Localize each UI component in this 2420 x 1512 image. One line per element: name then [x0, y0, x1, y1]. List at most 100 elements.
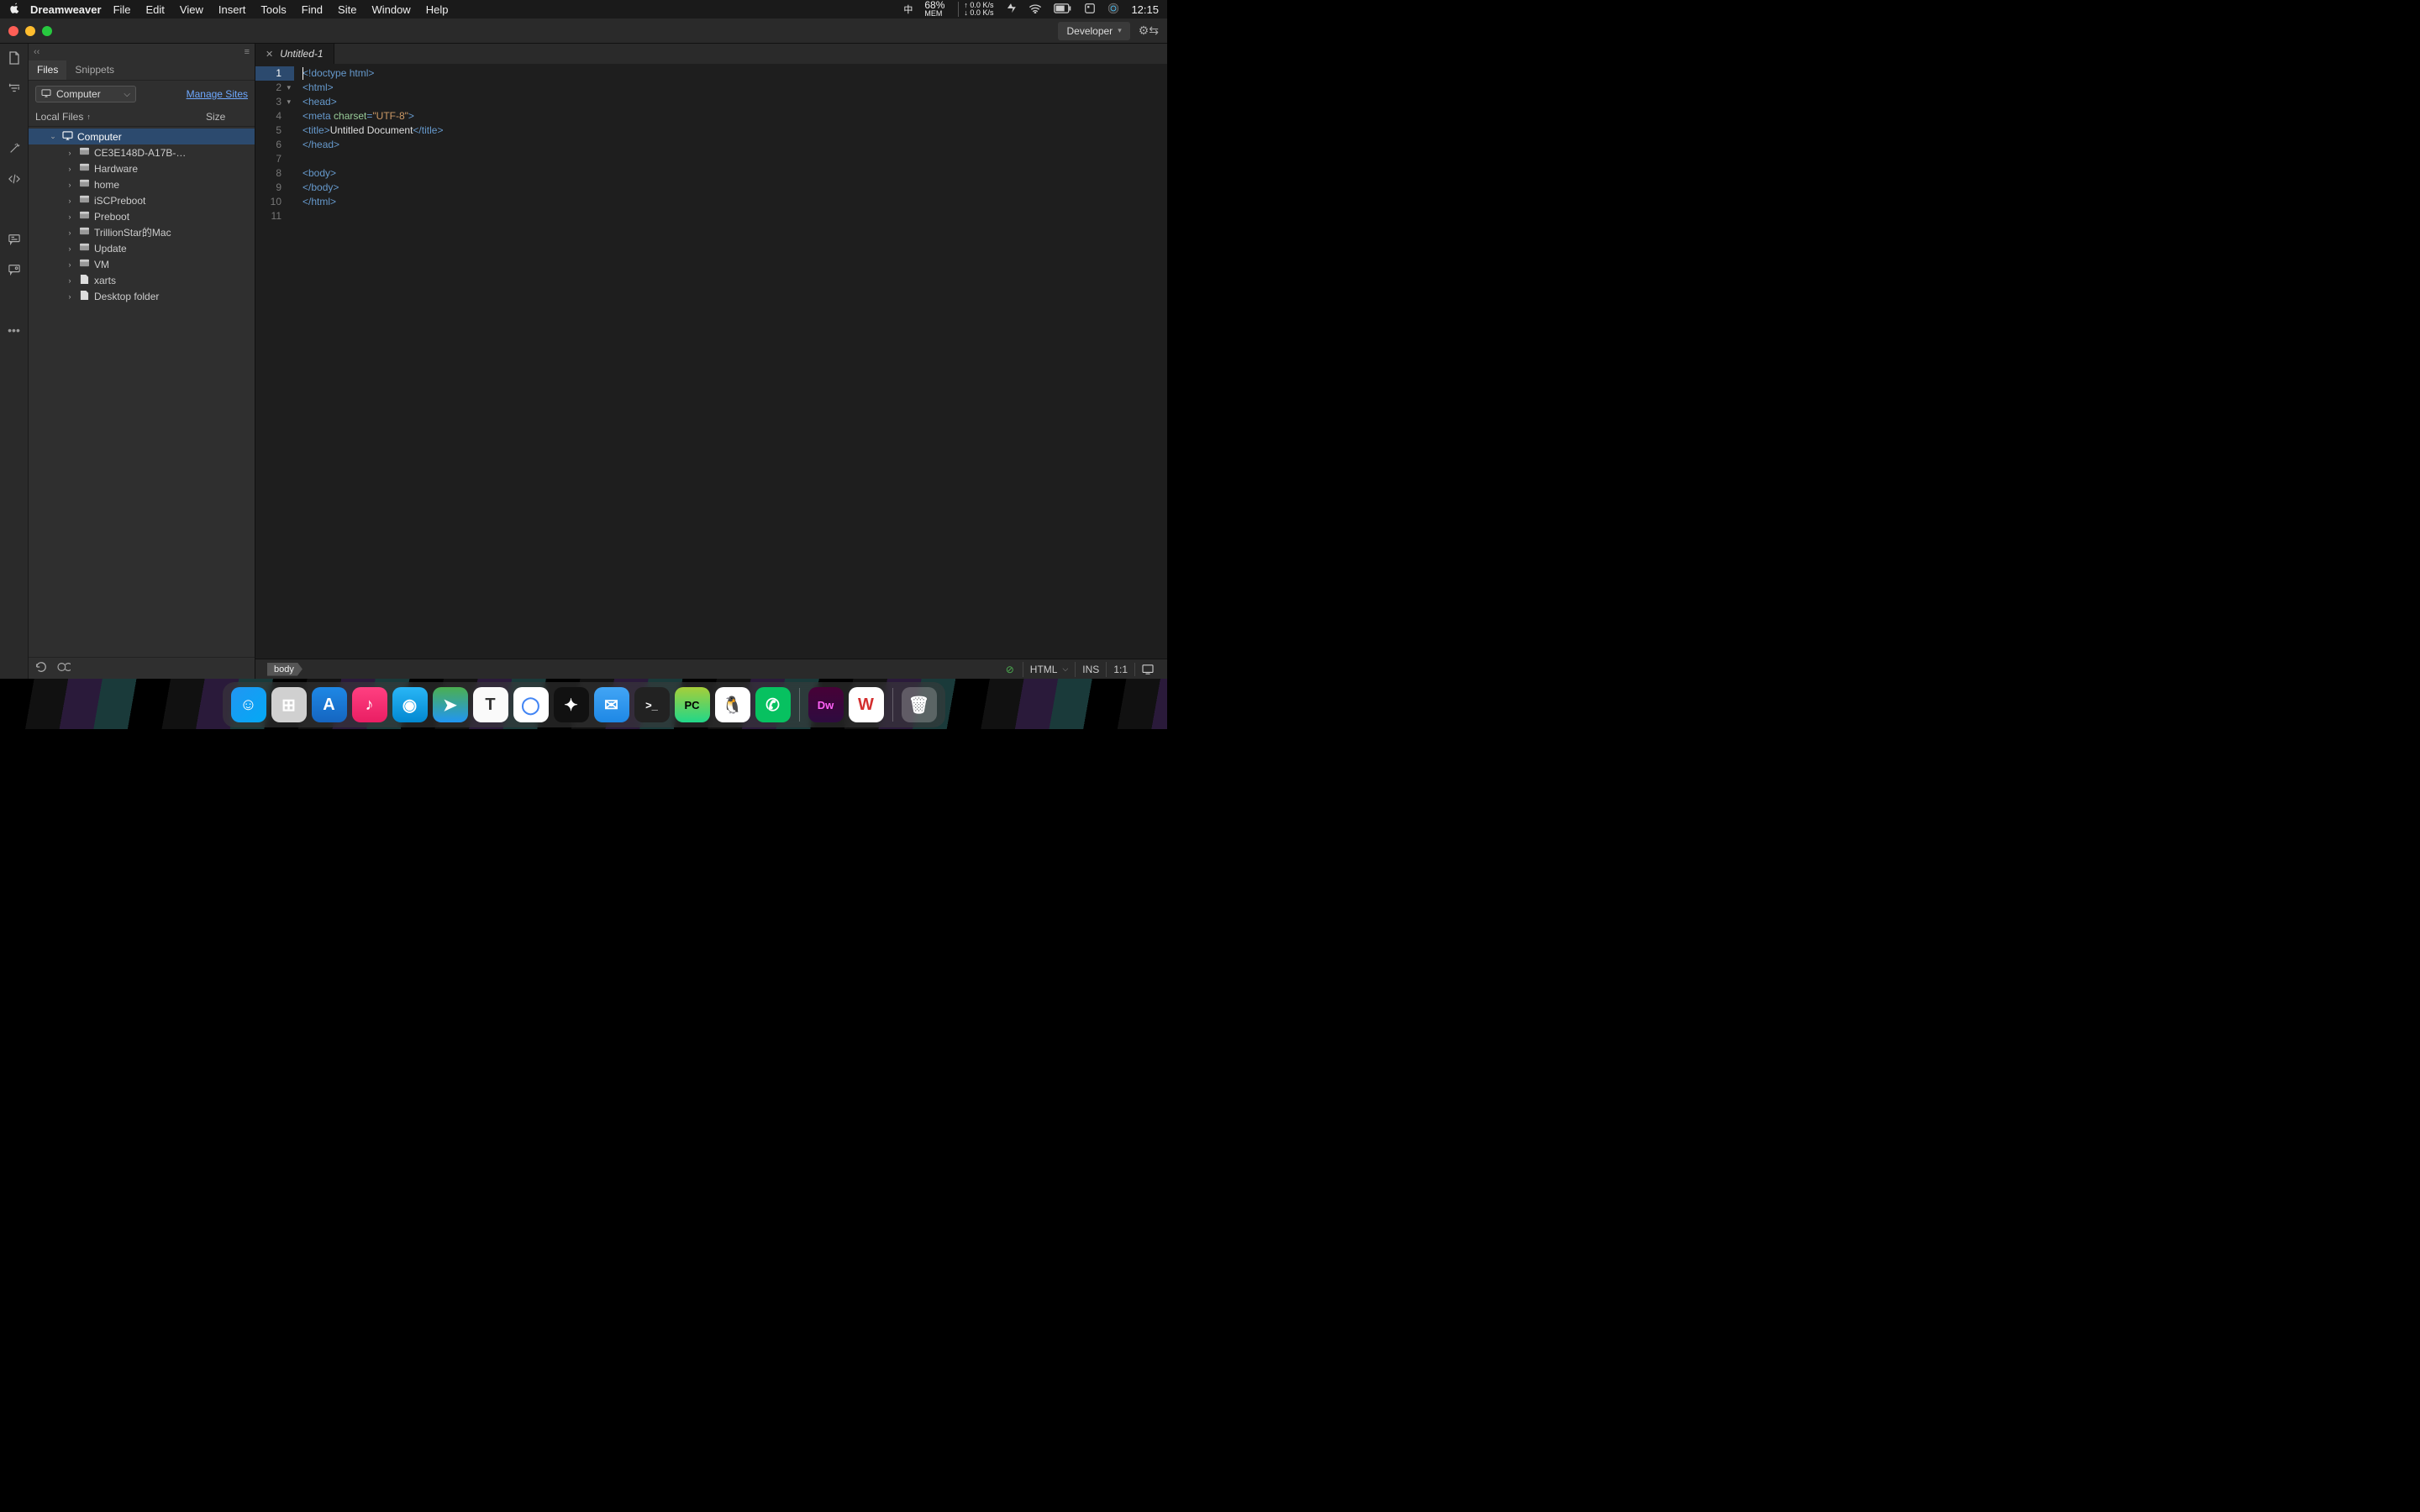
code-line[interactable]: <!doctype html> [302, 66, 1167, 81]
refresh-icon[interactable] [35, 661, 47, 675]
dock-app-dreamweaver[interactable]: Dw [808, 687, 844, 722]
tab-files[interactable]: Files [29, 60, 66, 80]
battery-icon[interactable] [1054, 3, 1072, 16]
menu-edit[interactable]: Edit [146, 3, 165, 16]
code-line[interactable]: <html> [302, 81, 1167, 95]
dock-app-wechat[interactable]: ✆ [755, 687, 791, 722]
wifi-icon[interactable] [1028, 3, 1042, 16]
disclosure-arrow-icon[interactable] [66, 260, 74, 269]
menu-insert[interactable]: Insert [218, 3, 246, 16]
dock-app-wps[interactable]: W [849, 687, 884, 722]
line-number[interactable]: 11 [255, 209, 291, 223]
dock-app-launchpad[interactable]: ⊞ [271, 687, 307, 722]
dock-app-maps[interactable]: ➤ [433, 687, 468, 722]
menu-file[interactable]: File [113, 3, 131, 16]
disclosure-arrow-icon[interactable] [66, 213, 74, 221]
filter-icon[interactable] [7, 81, 22, 96]
close-tab-icon[interactable]: ✕ [266, 49, 273, 60]
code-line[interactable]: </body> [302, 181, 1167, 195]
network-speed-indicator[interactable]: ↑ 0.0 K/s ↓ 0.0 K/s [958, 2, 993, 17]
disclosure-arrow-icon[interactable] [66, 181, 74, 189]
app-name[interactable]: Dreamweaver [30, 3, 102, 16]
dock-app-qq[interactable]: 🐧 [715, 687, 750, 722]
lint-ok-icon[interactable]: ⊘ [1006, 664, 1014, 675]
file-tree[interactable]: ComputerCE3E148D-A17B-…HardwarehomeiSCPr… [29, 127, 255, 657]
line-number[interactable]: 1 [255, 66, 294, 81]
code-area[interactable]: 12▾3▾4567891011 <!doctype html><html><he… [255, 64, 1167, 659]
code-line[interactable]: </head> [302, 138, 1167, 152]
dock-app-stocks[interactable]: ✦ [554, 687, 589, 722]
sync-icon[interactable] [57, 661, 71, 675]
window-minimize-button[interactable] [25, 26, 35, 36]
line-number[interactable]: 9 [255, 181, 291, 195]
line-number[interactable]: 8 [255, 166, 291, 181]
disclosure-arrow-icon[interactable] [66, 165, 74, 173]
line-gutter[interactable]: 12▾3▾4567891011 [255, 64, 294, 659]
code-lines[interactable]: <!doctype html><html><head><meta charset… [294, 64, 1167, 659]
menu-tools[interactable]: Tools [260, 3, 286, 16]
tree-root[interactable]: Computer [29, 129, 255, 144]
tree-item[interactable]: xarts [29, 272, 255, 288]
code-line[interactable] [302, 152, 1167, 166]
disclosure-arrow-icon[interactable] [66, 197, 74, 205]
dock-app-safari[interactable]: ◉ [392, 687, 428, 722]
menu-find[interactable]: Find [302, 3, 323, 16]
comment-icon[interactable] [7, 232, 22, 247]
tree-item[interactable]: Preboot [29, 208, 255, 224]
disclosure-arrow-icon[interactable] [66, 149, 74, 157]
disclosure-arrow-icon[interactable] [66, 292, 74, 301]
line-number[interactable]: 6 [255, 138, 291, 152]
line-number[interactable]: 4 [255, 109, 291, 123]
code-line[interactable]: <body> [302, 166, 1167, 181]
extract-icon[interactable] [7, 262, 22, 277]
dock-app-appstore[interactable]: A [312, 687, 347, 722]
col-size[interactable]: Size [206, 111, 248, 123]
menu-site[interactable]: Site [338, 3, 356, 16]
document-tab[interactable]: ✕ Untitled-1 [255, 44, 334, 64]
insert-mode[interactable]: INS [1075, 662, 1106, 677]
code-line[interactable]: <meta charset="UTF-8"> [302, 109, 1167, 123]
clock[interactable]: 12:15 [1131, 3, 1159, 16]
line-number[interactable]: 3▾ [255, 95, 291, 109]
window-close-button[interactable] [8, 26, 18, 36]
memory-indicator[interactable]: 68%MEM [924, 2, 946, 18]
line-number[interactable]: 5 [255, 123, 291, 138]
disclosure-arrow-icon[interactable] [66, 244, 74, 253]
more-icon[interactable]: ••• [7, 323, 22, 338]
realtime-preview-icon[interactable] [1134, 663, 1160, 676]
sync-settings-icon[interactable]: ⚙⇆ [1139, 24, 1159, 38]
line-number[interactable]: 2▾ [255, 81, 291, 95]
menu-view[interactable]: View [180, 3, 203, 16]
notifications-icon[interactable] [1005, 3, 1017, 17]
line-number[interactable]: 10 [255, 195, 291, 209]
panel-collapse-icon[interactable]: ‹‹ [34, 47, 39, 57]
menu-window[interactable]: Window [371, 3, 410, 16]
site-selector[interactable]: Computer [35, 86, 136, 102]
workspace-switcher[interactable]: Developer ▾ [1058, 22, 1129, 40]
dock-app-trash[interactable]: 🗑 [902, 687, 937, 722]
dock-app-finder[interactable]: ☺ [231, 687, 266, 722]
apple-menu-icon[interactable] [8, 3, 20, 17]
col-local-files[interactable]: Local Files [35, 111, 83, 123]
dock-app-chrome[interactable]: ◯ [513, 687, 549, 722]
tree-item[interactable]: Hardware [29, 160, 255, 176]
tree-item[interactable]: home [29, 176, 255, 192]
dock-app-music[interactable]: ♪ [352, 687, 387, 722]
siri-icon[interactable] [1107, 3, 1119, 17]
manage-sites-link[interactable]: Manage Sites [187, 88, 248, 100]
sort-arrow-icon[interactable]: ↑ [87, 113, 91, 121]
wand-icon[interactable] [7, 141, 22, 156]
code-line[interactable] [302, 209, 1167, 223]
code-line[interactable]: <head> [302, 95, 1167, 109]
window-maximize-button[interactable] [42, 26, 52, 36]
file-icon[interactable] [7, 50, 22, 66]
line-number[interactable]: 7 [255, 152, 291, 166]
input-method-indicator[interactable]: 中 [903, 3, 913, 16]
panel-menu-icon[interactable]: ≡ [245, 47, 250, 57]
code-hint-icon[interactable] [7, 171, 22, 186]
disclosure-arrow-icon[interactable] [66, 228, 74, 237]
disclosure-arrow-icon[interactable] [49, 132, 57, 141]
mac-dock[interactable]: ☺⊞A♪◉➤T◯✦✉>_PC🐧✆DwW🗑 [223, 682, 945, 727]
spotlight-icon[interactable] [1084, 3, 1096, 17]
menu-help[interactable]: Help [426, 3, 449, 16]
